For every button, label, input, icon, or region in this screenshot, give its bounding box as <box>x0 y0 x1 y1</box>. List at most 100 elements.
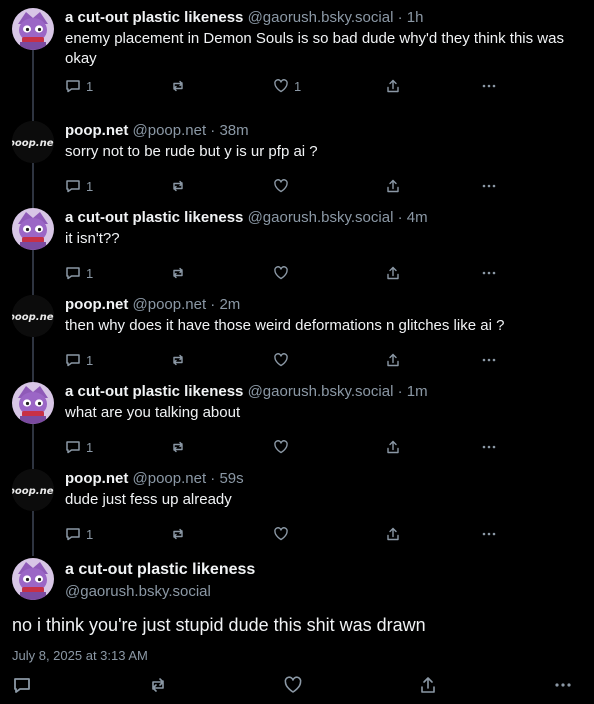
thread-post[interactable]: poop.netpoop.net @poop.net · 38msorry no… <box>0 113 594 200</box>
share-button[interactable] <box>385 178 401 194</box>
post-time[interactable]: 4m <box>407 209 428 226</box>
repost-button[interactable] <box>170 265 186 281</box>
reply-button[interactable]: 1 <box>65 265 93 281</box>
post-body: a cut-out plastic likeness @gaorush.bsky… <box>65 209 570 249</box>
author-handle[interactable]: @gaorush.bsky.social <box>248 383 394 400</box>
reply-button[interactable] <box>12 675 32 695</box>
avatar[interactable]: poop.net <box>12 295 54 337</box>
avatar[interactable] <box>12 558 54 600</box>
more-button[interactable] <box>481 265 497 281</box>
author-handle[interactable]: @gaorush.bsky.social <box>248 209 394 226</box>
share-button[interactable] <box>385 352 401 368</box>
reply-count: 1 <box>86 439 94 455</box>
like-button[interactable]: 1 <box>273 78 301 94</box>
share-button[interactable] <box>385 265 401 281</box>
thread-post[interactable]: poop.netpoop.net @poop.net · 2mthen why … <box>0 287 594 374</box>
avatar-text: poop.net <box>12 486 54 497</box>
repost-button[interactable] <box>170 178 186 194</box>
reply-button[interactable]: 1 <box>65 526 93 542</box>
share-button[interactable] <box>418 675 438 695</box>
post-date[interactable]: July 8, 2025 at 3:13 AM <box>12 648 148 663</box>
thread-line <box>32 548 34 556</box>
post-time[interactable]: 38m <box>219 122 248 139</box>
more-button[interactable] <box>481 439 497 455</box>
avatar-image <box>12 208 54 250</box>
like-button[interactable] <box>273 439 289 455</box>
post-actions: 1 <box>65 439 505 457</box>
repost-button[interactable] <box>170 78 186 94</box>
more-button[interactable] <box>481 352 497 368</box>
repost-button[interactable] <box>170 439 186 455</box>
post-time[interactable]: 2m <box>219 296 240 313</box>
like-button[interactable] <box>273 526 289 542</box>
reply-icon <box>66 80 80 93</box>
thread-line <box>32 424 34 461</box>
repost-button[interactable] <box>148 675 168 695</box>
repost-icon <box>173 80 183 92</box>
author-handle[interactable]: @gaorush.bsky.social <box>65 583 211 600</box>
thread-post[interactable]: a cut-out plastic likeness @gaorush.bsky… <box>0 374 594 461</box>
author-name[interactable]: poop.net <box>65 122 128 139</box>
reply-icon <box>66 441 80 454</box>
reply-count: 1 <box>86 265 94 281</box>
post-time[interactable]: 59s <box>219 470 243 487</box>
more-icon <box>482 445 496 449</box>
thread-post[interactable]: a cut-out plastic likeness @gaorush.bsky… <box>0 0 594 113</box>
avatar[interactable]: poop.net <box>12 121 54 163</box>
repost-icon <box>173 441 183 453</box>
author-name[interactable]: a cut-out plastic likeness <box>65 9 243 26</box>
share-icon <box>387 79 399 93</box>
thread-line <box>32 461 34 469</box>
repost-button[interactable] <box>170 352 186 368</box>
share-button[interactable] <box>385 439 401 455</box>
thread-line <box>32 374 34 382</box>
avatar[interactable] <box>12 208 54 250</box>
author-name[interactable]: a cut-out plastic likeness <box>65 209 243 226</box>
thread-line <box>32 337 34 374</box>
author-handle[interactable]: @gaorush.bsky.social <box>248 9 394 26</box>
repost-icon <box>173 528 183 540</box>
more-icon <box>482 184 496 188</box>
more-button[interactable] <box>481 178 497 194</box>
more-button[interactable] <box>481 78 497 94</box>
post-body: poop.net @poop.net · 2m then why does it … <box>65 296 570 336</box>
reply-button[interactable]: 1 <box>65 178 93 194</box>
author-handle[interactable]: @poop.net <box>133 122 207 139</box>
like-button[interactable] <box>273 178 289 194</box>
reply-icon <box>66 528 80 541</box>
like-count: 1 <box>294 78 302 94</box>
reply-icon <box>66 180 80 193</box>
author-name[interactable]: a cut-out plastic likeness <box>65 561 255 579</box>
avatar-image <box>12 558 54 600</box>
author-name[interactable]: poop.net <box>65 296 128 313</box>
reply-button[interactable]: 1 <box>65 352 93 368</box>
post-time[interactable]: 1m <box>407 383 428 400</box>
separator: · <box>206 470 220 487</box>
reply-button[interactable]: 1 <box>65 78 93 94</box>
post-body: a cut-out plastic likeness @gaorush.bsky… <box>65 9 570 69</box>
author-name[interactable]: poop.net <box>65 470 128 487</box>
author-name[interactable]: a cut-out plastic likeness <box>65 383 243 400</box>
like-button[interactable] <box>283 675 303 695</box>
heart-icon <box>274 79 288 93</box>
avatar-image: poop.net <box>12 295 54 337</box>
avatar[interactable] <box>12 382 54 424</box>
avatar-image <box>12 382 54 424</box>
author-handle[interactable]: @poop.net <box>133 296 207 313</box>
reply-button[interactable]: 1 <box>65 439 93 455</box>
post-time[interactable]: 1h <box>407 9 424 26</box>
thread-line <box>32 50 34 113</box>
thread-post[interactable]: poop.net poop.net @poop.net · 59s dude jus… <box>0 461 594 548</box>
avatar[interactable] <box>12 8 54 50</box>
more-button[interactable] <box>553 675 573 695</box>
post-text: dude just fess up already <box>65 491 232 508</box>
author-handle[interactable]: @poop.net <box>133 470 207 487</box>
avatar[interactable]: poop.net <box>12 469 54 511</box>
more-button[interactable] <box>481 526 497 542</box>
like-button[interactable] <box>273 265 289 281</box>
repost-button[interactable] <box>170 526 186 542</box>
share-button[interactable] <box>385 526 401 542</box>
share-button[interactable] <box>385 78 401 94</box>
like-button[interactable] <box>273 352 289 368</box>
thread-post[interactable]: a cut-out plastic likeness @gaorush.bsky… <box>0 200 594 287</box>
